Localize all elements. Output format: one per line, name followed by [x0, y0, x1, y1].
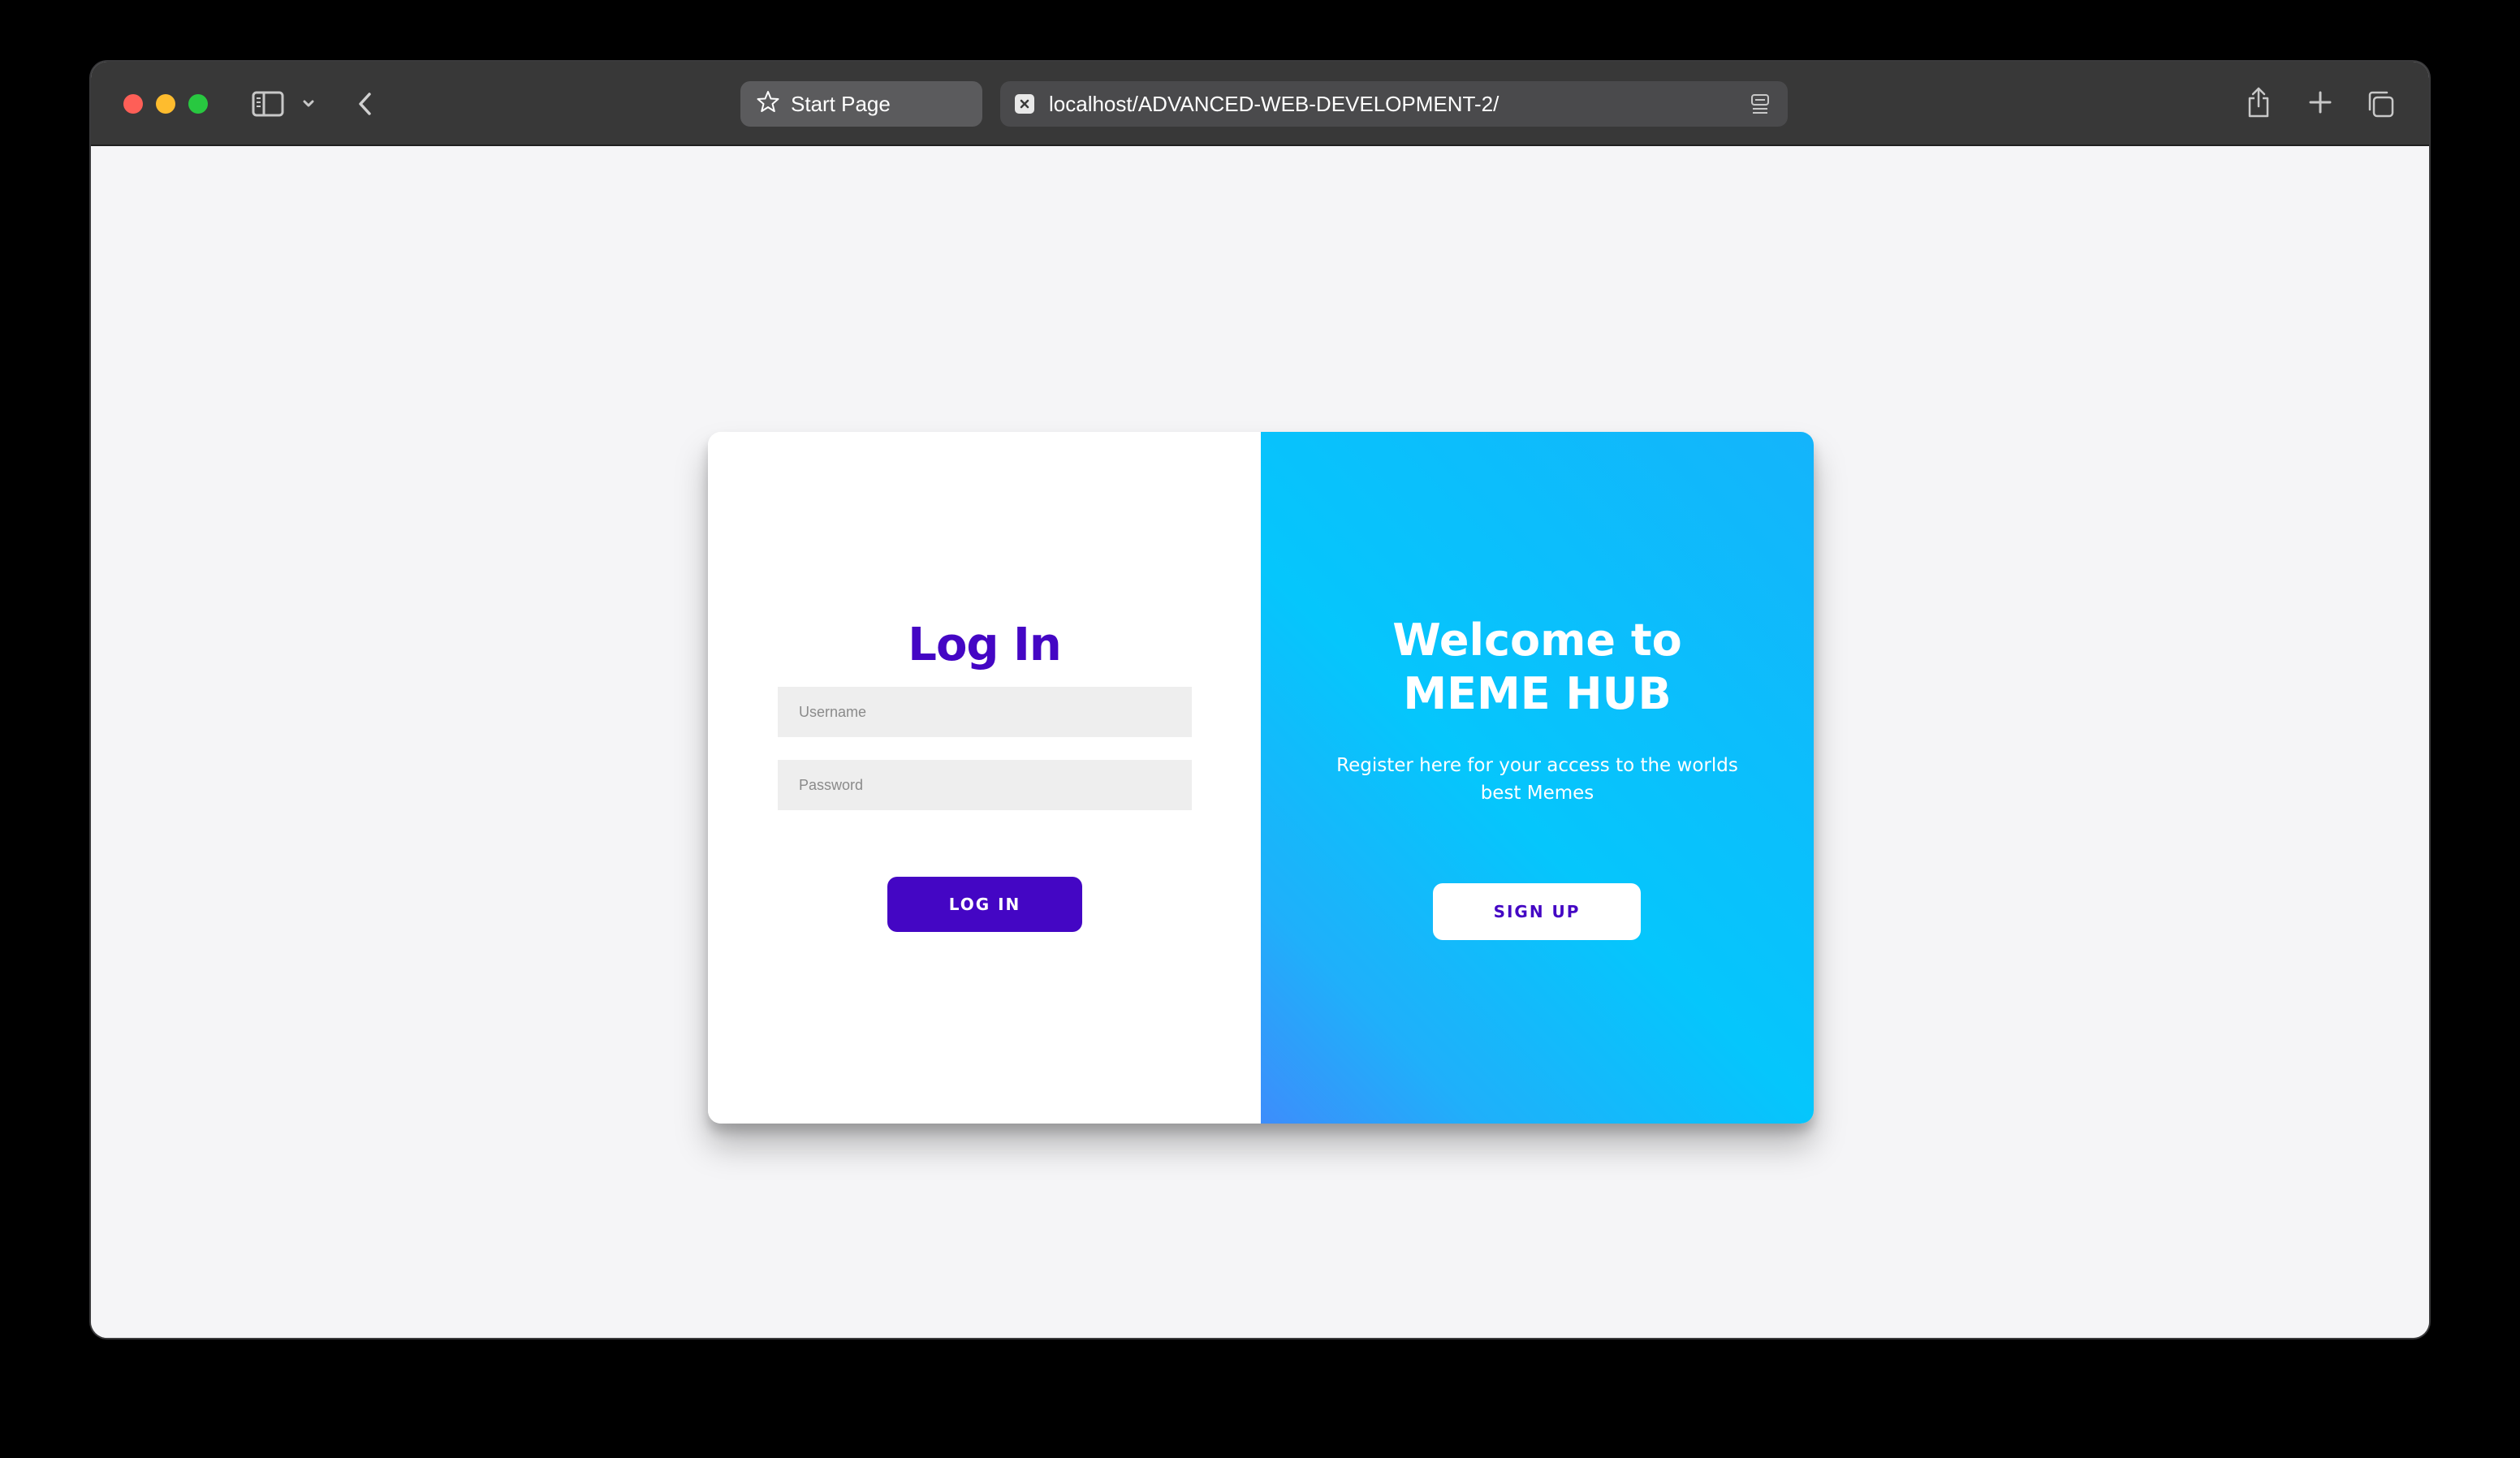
zoom-window-button[interactable] — [188, 94, 208, 114]
welcome-panel: Welcome to MEME HUB Register here for yo… — [1261, 432, 1814, 1124]
star-icon — [757, 90, 779, 119]
login-panel: Log In LOG IN — [708, 432, 1261, 1124]
password-input[interactable] — [778, 760, 1192, 810]
welcome-subtitle-line1: Register here for your access to the wor… — [1336, 755, 1738, 776]
signup-button[interactable]: SIGN UP — [1433, 883, 1641, 940]
username-input[interactable] — [778, 687, 1192, 737]
login-title: Log In — [908, 619, 1061, 671]
address-bar[interactable]: localhost/ADVANCED-WEB-DEVELOPMENT-2/ — [1000, 81, 1788, 127]
back-arrow-icon[interactable] — [351, 88, 380, 120]
tab-start-page[interactable]: Start Page — [740, 81, 982, 127]
tab-label: Start Page — [791, 91, 891, 116]
chevron-down-icon[interactable] — [299, 94, 318, 114]
welcome-subtitle: Register here for your access to the wor… — [1301, 752, 1773, 807]
welcome-title-line2: MEME HUB — [1403, 668, 1672, 719]
tabs-overview-icon[interactable] — [2364, 88, 2397, 120]
login-button[interactable]: LOG IN — [887, 877, 1082, 932]
welcome-title: Welcome to MEME HUB — [1261, 614, 1814, 721]
welcome-title-line1: Welcome to — [1392, 615, 1682, 666]
favicon-x-icon — [1015, 94, 1034, 114]
auth-card: Log In LOG IN Welcome to MEME HUB Regist… — [708, 432, 1814, 1124]
page-content: Log In LOG IN Welcome to MEME HUB Regist… — [91, 146, 2429, 1338]
plus-icon[interactable] — [2306, 88, 2335, 117]
reader-icon[interactable] — [1749, 93, 1771, 115]
share-icon[interactable] — [2244, 84, 2273, 120]
url-text: localhost/ADVANCED-WEB-DEVELOPMENT-2/ — [1049, 91, 1499, 116]
close-window-button[interactable] — [123, 94, 143, 114]
welcome-subtitle-line2: best Memes — [1480, 783, 1594, 804]
minimize-window-button[interactable] — [156, 94, 175, 114]
browser-toolbar: Start Page localhost/ADVANCED-WEB-DEVELO… — [91, 62, 2429, 146]
browser-window: Start Page localhost/ADVANCED-WEB-DEVELO… — [91, 62, 2429, 1338]
sidebar-icon[interactable] — [250, 89, 286, 119]
